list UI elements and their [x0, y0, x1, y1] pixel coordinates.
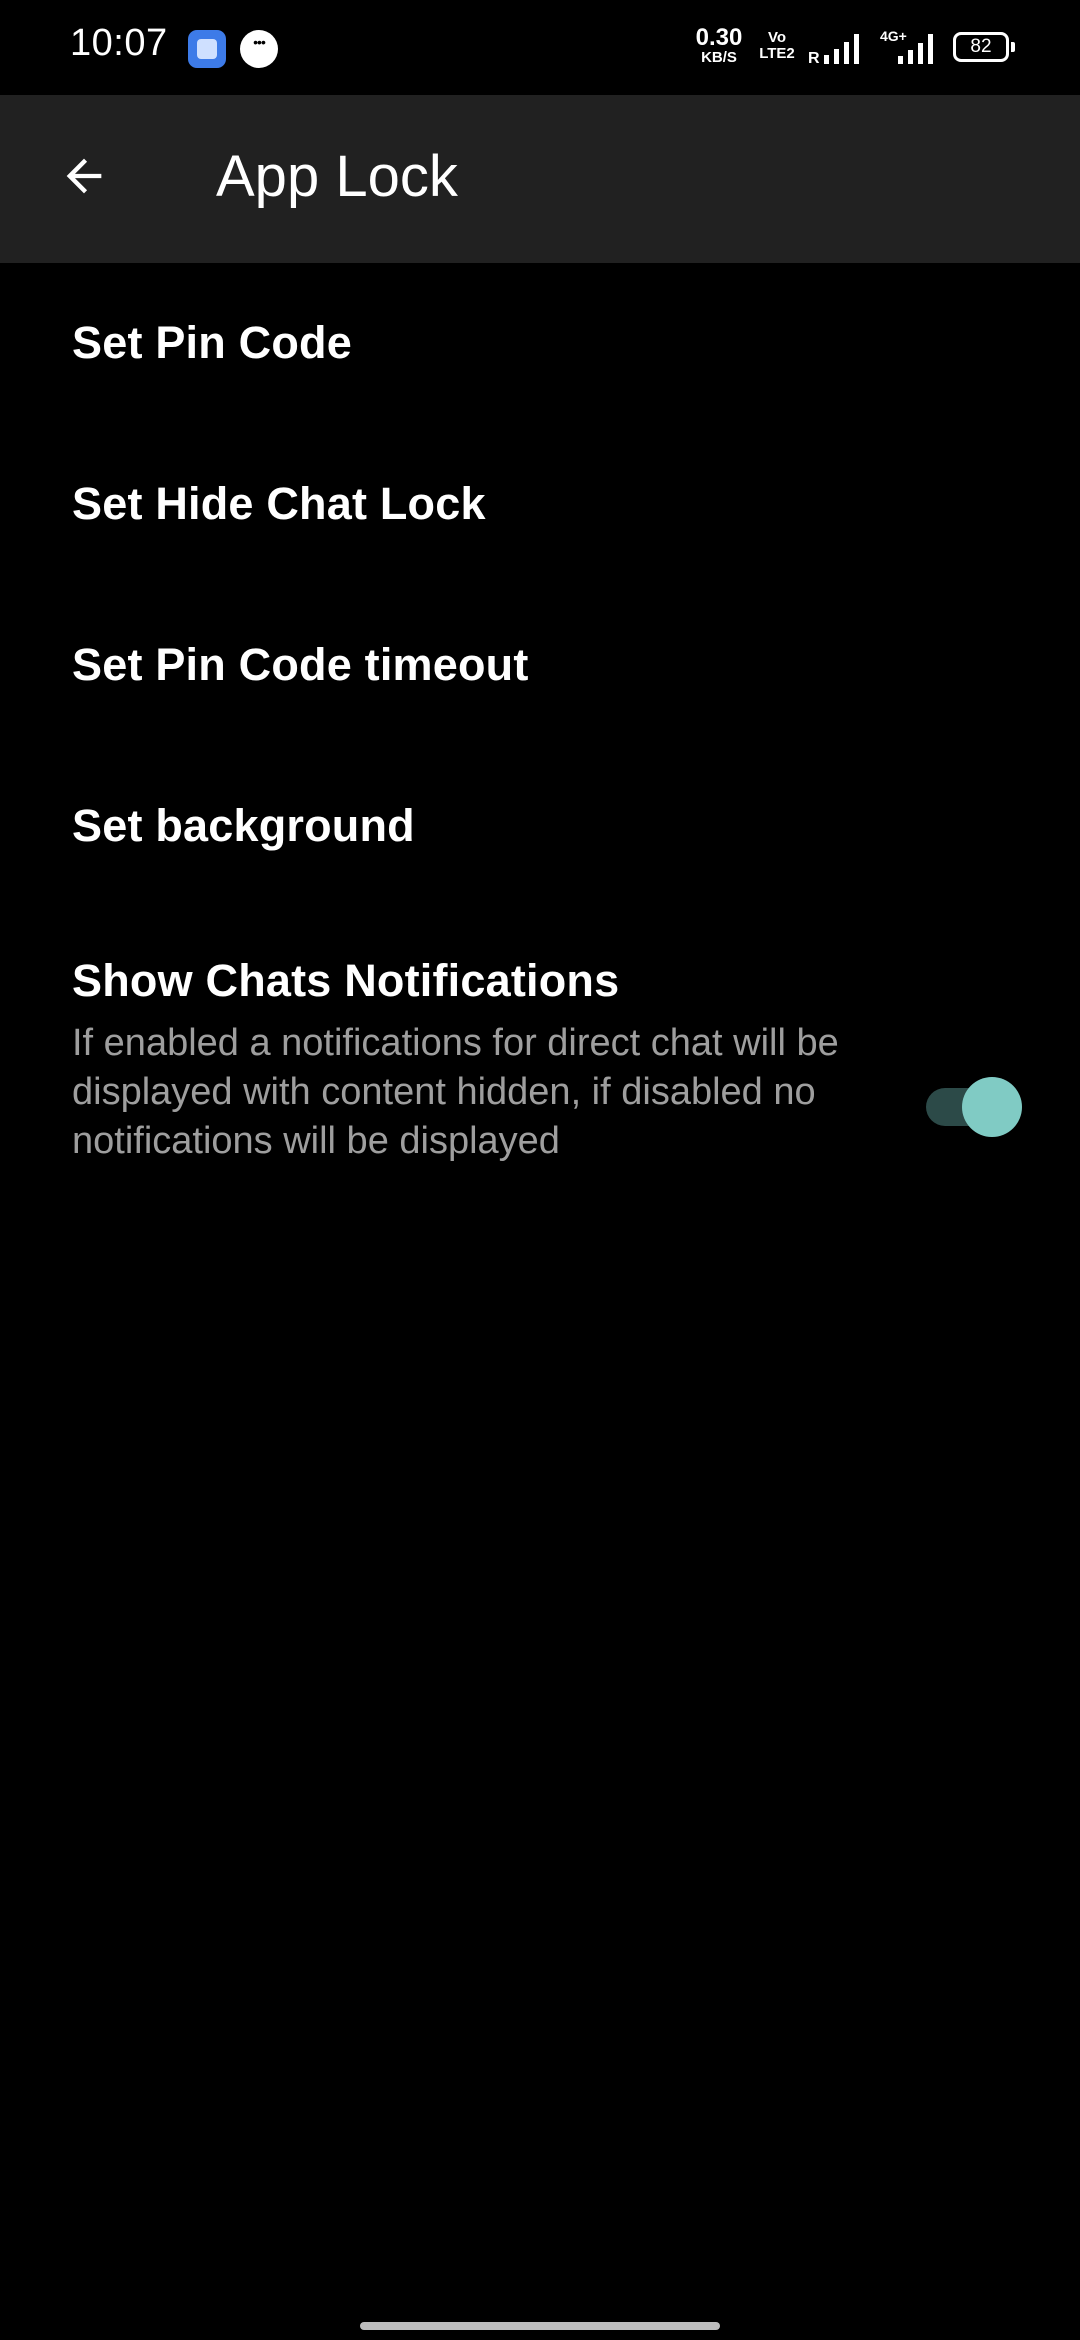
- back-button[interactable]: [44, 131, 124, 221]
- setting-summary: If enabled a notifications for direct ch…: [72, 1022, 839, 1162]
- network-speed-unit: KB/S: [701, 49, 737, 66]
- setting-label: Show Chats Notifications: [72, 955, 620, 1006]
- page-title: App Lock: [216, 144, 458, 209]
- volte-bottom: LTE2: [759, 44, 795, 62]
- signal-icon: R: [808, 34, 859, 66]
- signal-4g-icon: 4G+: [880, 28, 933, 64]
- network-speed-value: 0.30: [695, 24, 743, 51]
- arrow-left-icon: [66, 158, 102, 194]
- volte-indicator: Vo LTE2: [758, 30, 796, 62]
- status-time: 10:07: [70, 22, 168, 64]
- home-indicator[interactable]: [360, 2322, 720, 2330]
- status-bar: 10:07 0.30 KB/S Vo LTE2 R 4G+ 82: [0, 0, 1080, 95]
- battery-icon: 82: [953, 32, 1015, 62]
- notifications-toggle[interactable]: [926, 1077, 1022, 1137]
- setting-show-chats-notifications[interactable]: Show Chats Notifications If enabled a no…: [0, 907, 1080, 1197]
- app-notification-icon: [188, 30, 226, 68]
- setting-label: Set background: [72, 800, 415, 851]
- setting-set-pin-code-timeout[interactable]: Set Pin Code timeout: [0, 585, 1080, 746]
- app-bar: App Lock: [0, 95, 1080, 263]
- setting-label: Set Pin Code: [72, 317, 352, 368]
- volte-top: Vo: [767, 29, 787, 46]
- roaming-indicator: R: [808, 50, 820, 66]
- network-speed: 0.30 KB/S: [692, 24, 746, 66]
- setting-set-background[interactable]: Set background: [0, 746, 1080, 907]
- setting-label: Set Pin Code timeout: [72, 639, 529, 690]
- setting-set-pin-code[interactable]: Set Pin Code: [0, 263, 1080, 424]
- toggle-thumb: [962, 1077, 1022, 1137]
- message-notification-icon: [240, 30, 278, 68]
- setting-set-hide-chat-lock[interactable]: Set Hide Chat Lock: [0, 424, 1080, 585]
- setting-label: Set Hide Chat Lock: [72, 478, 486, 529]
- network-type: 4G+: [880, 28, 907, 44]
